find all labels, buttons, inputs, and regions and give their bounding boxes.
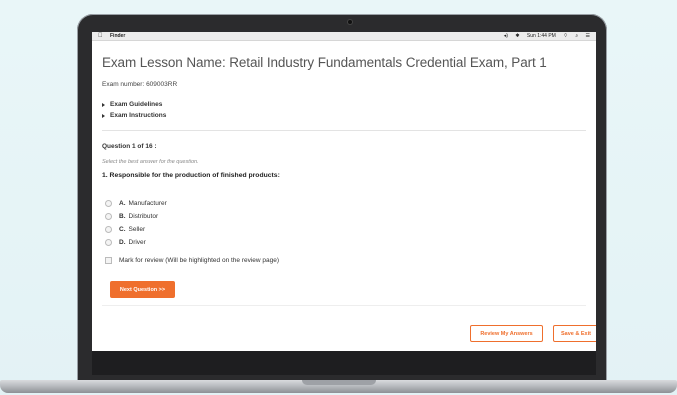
- question-counter: Question 1 of 16 :: [102, 143, 157, 150]
- menubar-app-name[interactable]: Finder: [110, 32, 125, 40]
- section-divider: [102, 130, 586, 131]
- answer-option-c[interactable]: C. Seller: [105, 223, 167, 236]
- exam-sections: Exam Guidelines Exam Instructions: [102, 99, 166, 121]
- answer-option-d[interactable]: D. Driver: [105, 236, 167, 249]
- exam-guidelines-label: Exam Guidelines: [110, 101, 163, 108]
- option-letter: C.: [119, 226, 126, 233]
- exam-instructions-toggle[interactable]: Exam Instructions: [102, 110, 166, 121]
- radio-button[interactable]: [105, 213, 112, 220]
- mark-review-label: Mark for review (Will be highlighted on …: [119, 257, 280, 264]
- answer-options: A. Manufacturer B. Distributor C. Seller…: [105, 197, 167, 249]
- page-title: Exam Lesson Name: Retail Industry Fundam…: [102, 55, 547, 70]
- search-icon[interactable]: ⌕: [575, 33, 578, 39]
- menubar-status: ◂) ✱ Sun 1:44 PM ⌔ ⌕ ☰: [498, 32, 590, 40]
- next-question-button[interactable]: Next Question >>: [110, 281, 175, 298]
- exam-instructions-label: Exam Instructions: [110, 112, 167, 119]
- exam-guidelines-toggle[interactable]: Exam Guidelines: [102, 99, 166, 110]
- review-answers-button[interactable]: Review My Answers: [470, 325, 543, 342]
- bluetooth-icon[interactable]: ✱: [515, 33, 519, 39]
- laptop-lid-notch: [302, 380, 376, 385]
- question-text: 1. Responsible for the production of fin…: [102, 172, 280, 179]
- save-exit-button[interactable]: Save & Exit: [553, 325, 596, 342]
- laptop-screen:  Finder ◂) ✱ Sun 1:44 PM ⌔ ⌕ ☰ Exam Les…: [92, 32, 596, 351]
- option-letter: D.: [119, 239, 126, 246]
- mark-review-checkbox[interactable]: [105, 257, 112, 264]
- menu-list-icon[interactable]: ☰: [586, 33, 590, 39]
- option-label: Manufacturer: [128, 200, 167, 207]
- caret-right-icon: [102, 102, 105, 107]
- option-letter: B.: [119, 213, 126, 220]
- footer-divider: [102, 305, 586, 306]
- mark-for-review[interactable]: Mark for review (Will be highlighted on …: [105, 257, 279, 264]
- wifi-icon[interactable]: ⌔: [563, 33, 568, 39]
- exam-number: Exam number: 609003RR: [102, 81, 178, 88]
- radio-button[interactable]: [105, 239, 112, 246]
- option-letter: A.: [119, 200, 126, 207]
- option-label: Seller: [128, 226, 146, 233]
- option-label: Driver: [128, 239, 146, 246]
- answer-option-a[interactable]: A. Manufacturer: [105, 197, 167, 210]
- mac-menubar:  Finder ◂) ✱ Sun 1:44 PM ⌔ ⌕ ☰: [92, 32, 596, 41]
- option-label: Distributor: [128, 213, 159, 220]
- webcam-icon: [348, 20, 352, 24]
- question-instruction: Select the best answer for the question.: [102, 159, 199, 165]
- answer-option-b[interactable]: B. Distributor: [105, 210, 167, 223]
- apple-icon[interactable]: : [98, 32, 103, 40]
- volume-icon[interactable]: ◂): [504, 33, 508, 39]
- radio-button[interactable]: [105, 200, 112, 207]
- menubar-clock[interactable]: Sun 1:44 PM: [527, 33, 556, 39]
- laptop-bezel-bottom: [92, 351, 596, 375]
- caret-right-icon: [102, 113, 105, 118]
- radio-button[interactable]: [105, 226, 112, 233]
